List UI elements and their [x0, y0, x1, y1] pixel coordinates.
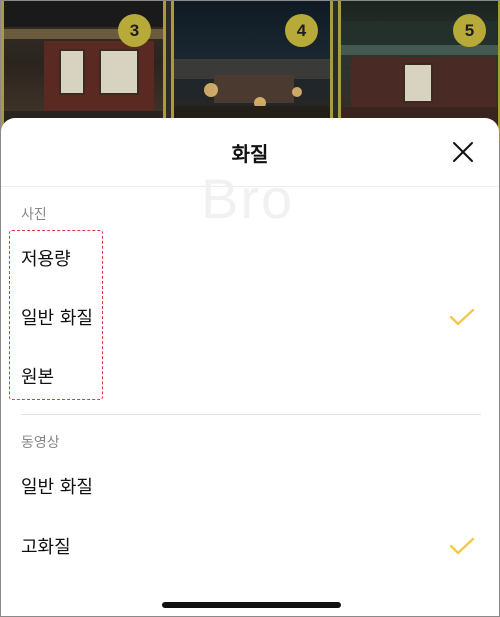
check-icon	[449, 308, 475, 326]
sheet-header: 화질 Bro	[1, 118, 499, 230]
option-label: 일반 화질	[21, 477, 93, 498]
close-icon	[453, 142, 473, 162]
close-button[interactable]	[451, 140, 475, 164]
watermark-logo: Bro	[201, 167, 295, 230]
thumbnail-index-badge: 5	[453, 14, 486, 47]
photo-option-normal-quality[interactable]: 일반 화질	[1, 291, 499, 343]
video-option-high-quality[interactable]: 고화질	[1, 520, 499, 572]
check-icon	[449, 537, 475, 555]
quality-bottom-sheet: 화질 Bro 사진 저용량 일반 화질 원본 동영상 일반 화질 고화질	[1, 118, 499, 616]
option-label: 일반 화질	[21, 308, 93, 329]
photo-option-low-capacity[interactable]: 저용량	[1, 232, 499, 284]
thumbnail-index-badge: 4	[285, 14, 318, 47]
photo-section-label: 사진	[21, 207, 47, 223]
thumbnail-index-badge: 3	[118, 14, 151, 47]
section-divider	[21, 414, 481, 415]
sheet-title: 화질	[231, 142, 269, 166]
option-label: 원본	[21, 367, 55, 388]
photo-option-original[interactable]: 원본	[1, 350, 499, 402]
option-label: 저용량	[21, 249, 71, 270]
home-indicator[interactable]	[162, 602, 341, 608]
video-section-label: 동영상	[21, 435, 60, 451]
option-label: 고화질	[21, 537, 71, 558]
video-option-normal-quality[interactable]: 일반 화질	[1, 460, 499, 512]
